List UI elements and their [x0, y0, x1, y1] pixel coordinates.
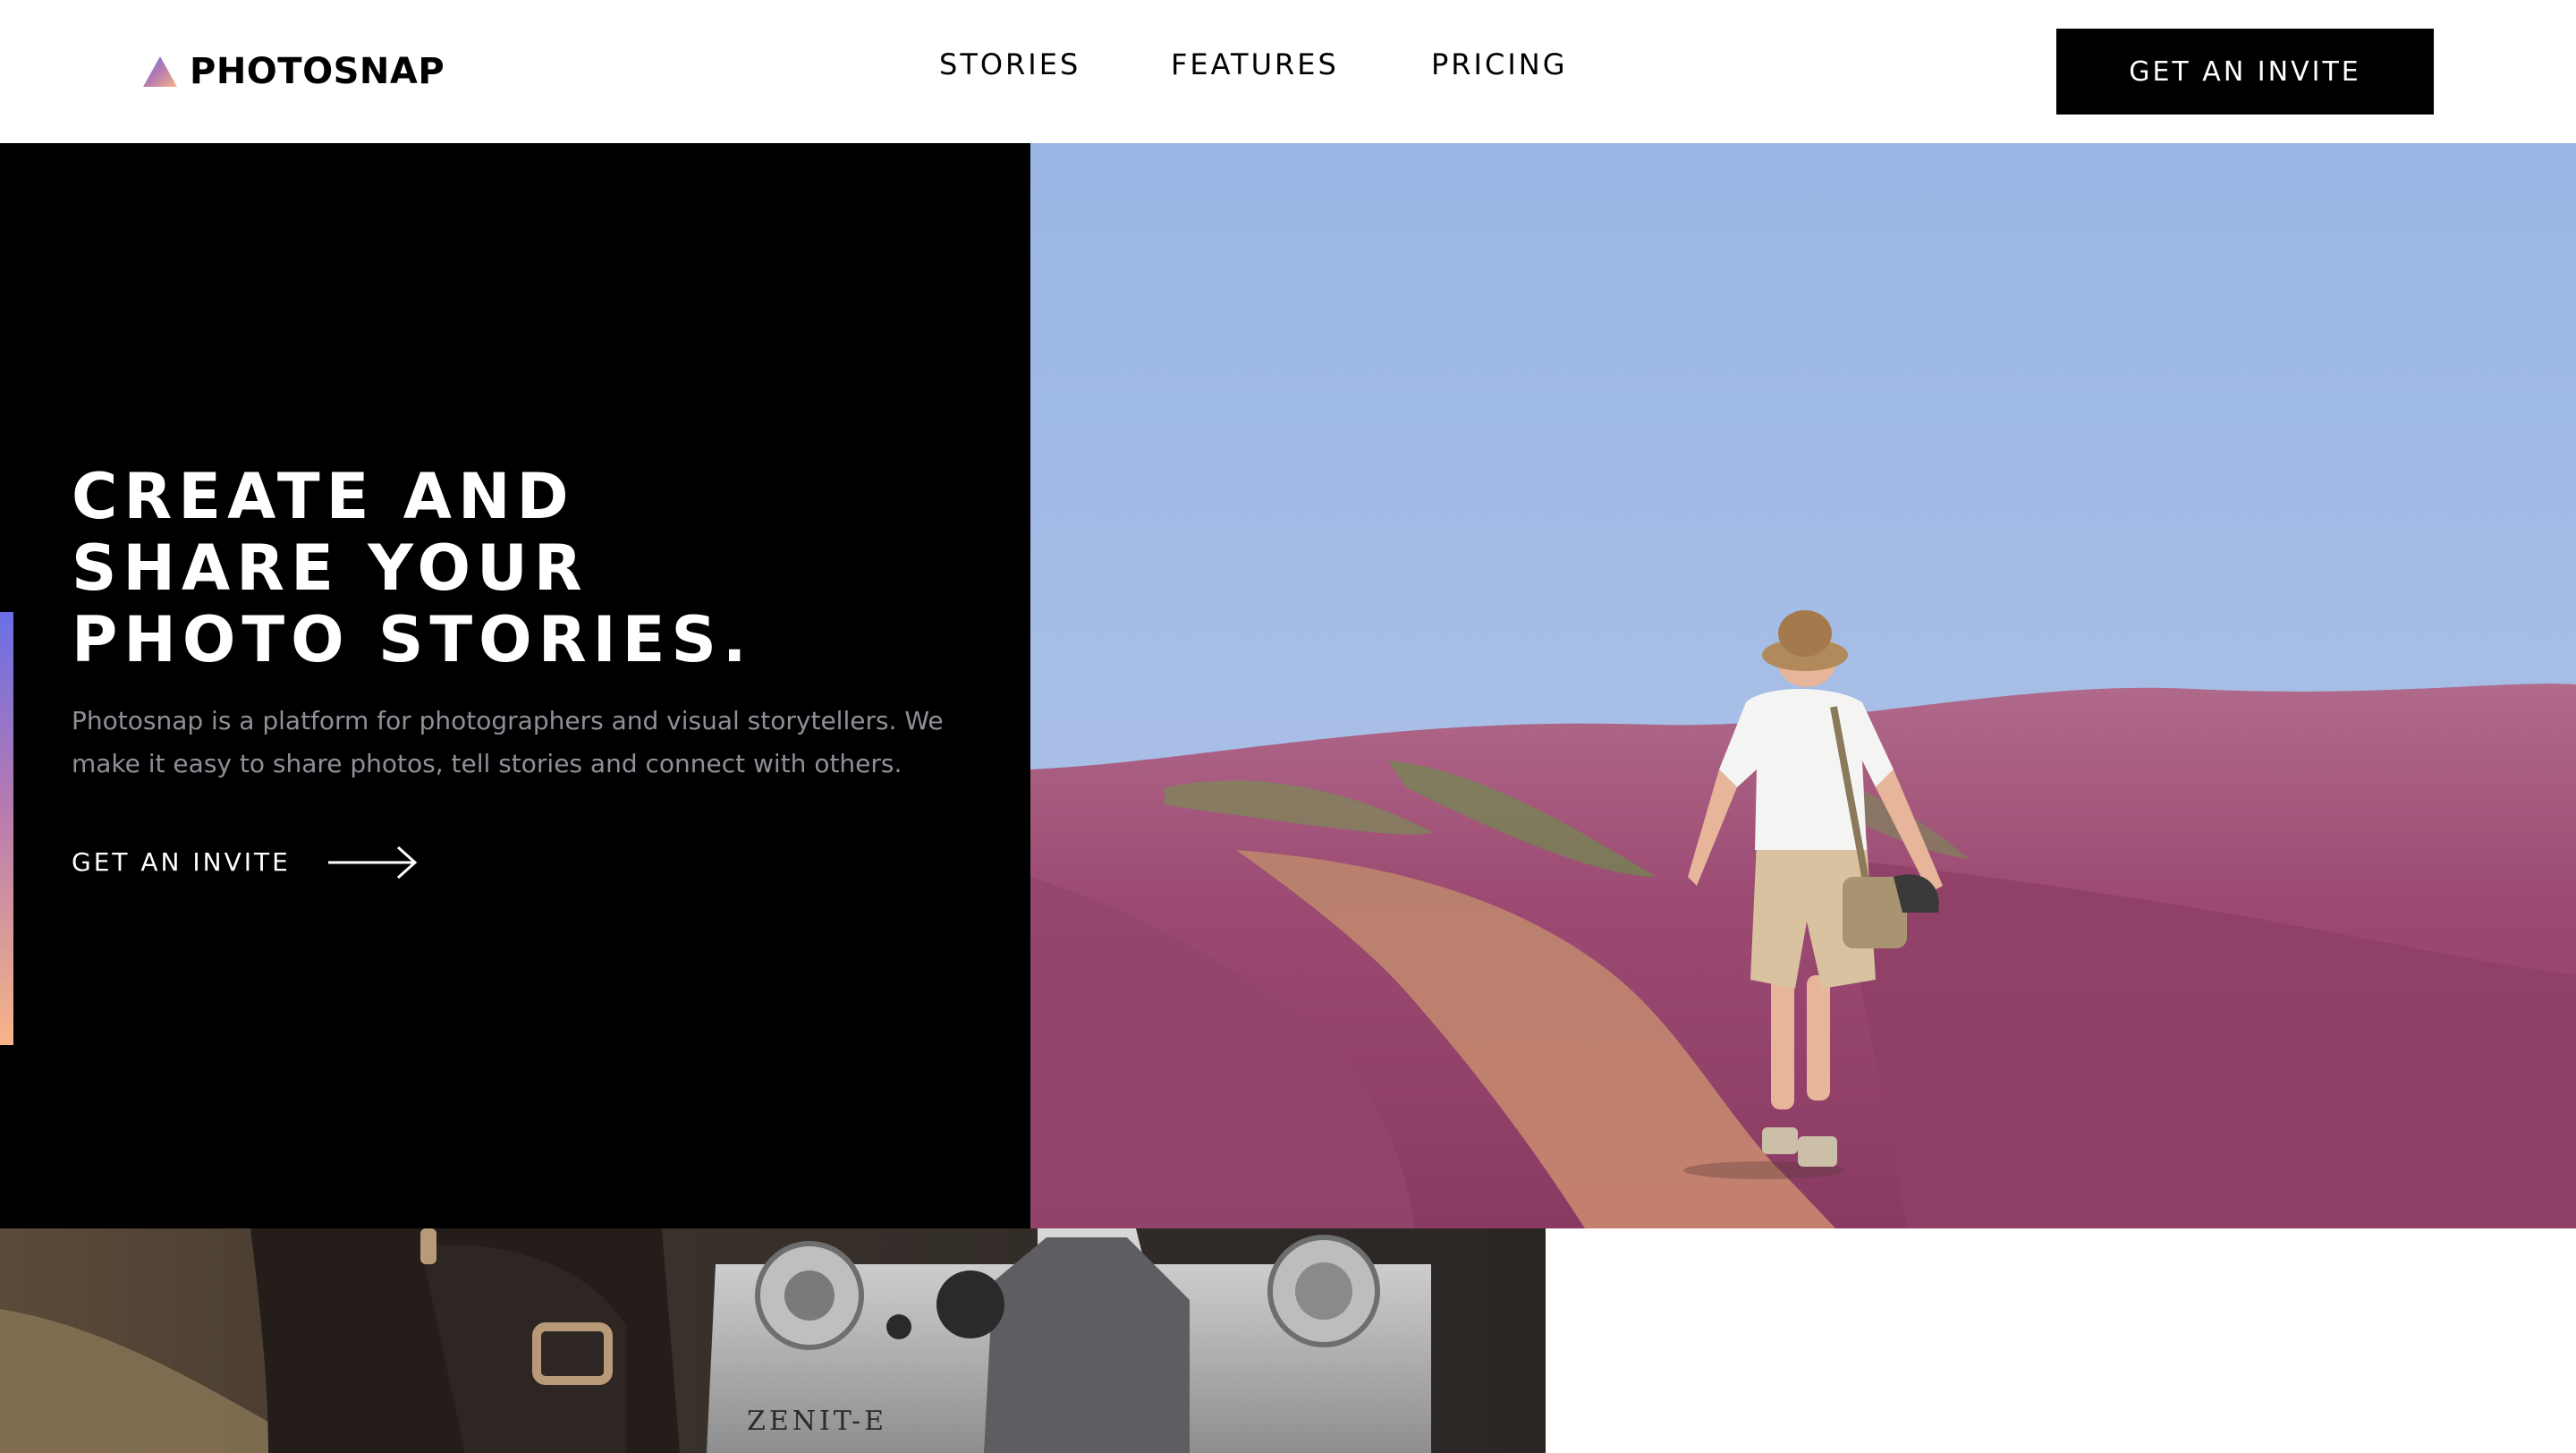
accent-gradient-bar: [0, 612, 13, 1045]
get-invite-button[interactable]: GET AN INVITE: [2056, 29, 2434, 115]
logo[interactable]: PHOTOSNAP: [143, 52, 445, 91]
hero-text-panel: CREATE AND SHARE YOUR PHOTO STORIES. Pho…: [0, 143, 1030, 1228]
site-header: PHOTOSNAP STORIES FEATURES PRICING GET A…: [0, 0, 2576, 143]
hero-title-line: SHARE YOUR: [72, 531, 589, 605]
bottom-white-panel: [1546, 1228, 2576, 1453]
hero-description: Photosnap is a platform for photographer…: [72, 706, 944, 778]
nav-item-stories[interactable]: STORIES: [939, 47, 1080, 82]
hero-photo: [1030, 143, 2576, 1228]
camera-brand-text: ZENIT-E: [747, 1406, 887, 1437]
hero-title: CREATE AND SHARE YOUR PHOTO STORIES.: [72, 461, 877, 676]
hero-invite-label[interactable]: GET AN INVITE: [72, 845, 291, 880]
camera-photo: ZENIT-E: [0, 1228, 1546, 1453]
logo-text: PHOTOSNAP: [190, 51, 445, 92]
hero-title-line: CREATE AND: [72, 460, 575, 533]
arrow-right-icon[interactable]: [326, 845, 419, 880]
hero-photo-illustration: [1030, 143, 2576, 1228]
hero-invite-link[interactable]: GET AN INVITE: [72, 845, 419, 880]
nav-item-pricing[interactable]: PRICING: [1431, 47, 1567, 82]
nav-item-features[interactable]: FEATURES: [1171, 47, 1339, 82]
camera-photo-illustration: ZENIT-E: [0, 1228, 1546, 1453]
hero-title-line: PHOTO STORIES.: [72, 603, 753, 676]
triangle-gradient-icon: [143, 56, 177, 87]
